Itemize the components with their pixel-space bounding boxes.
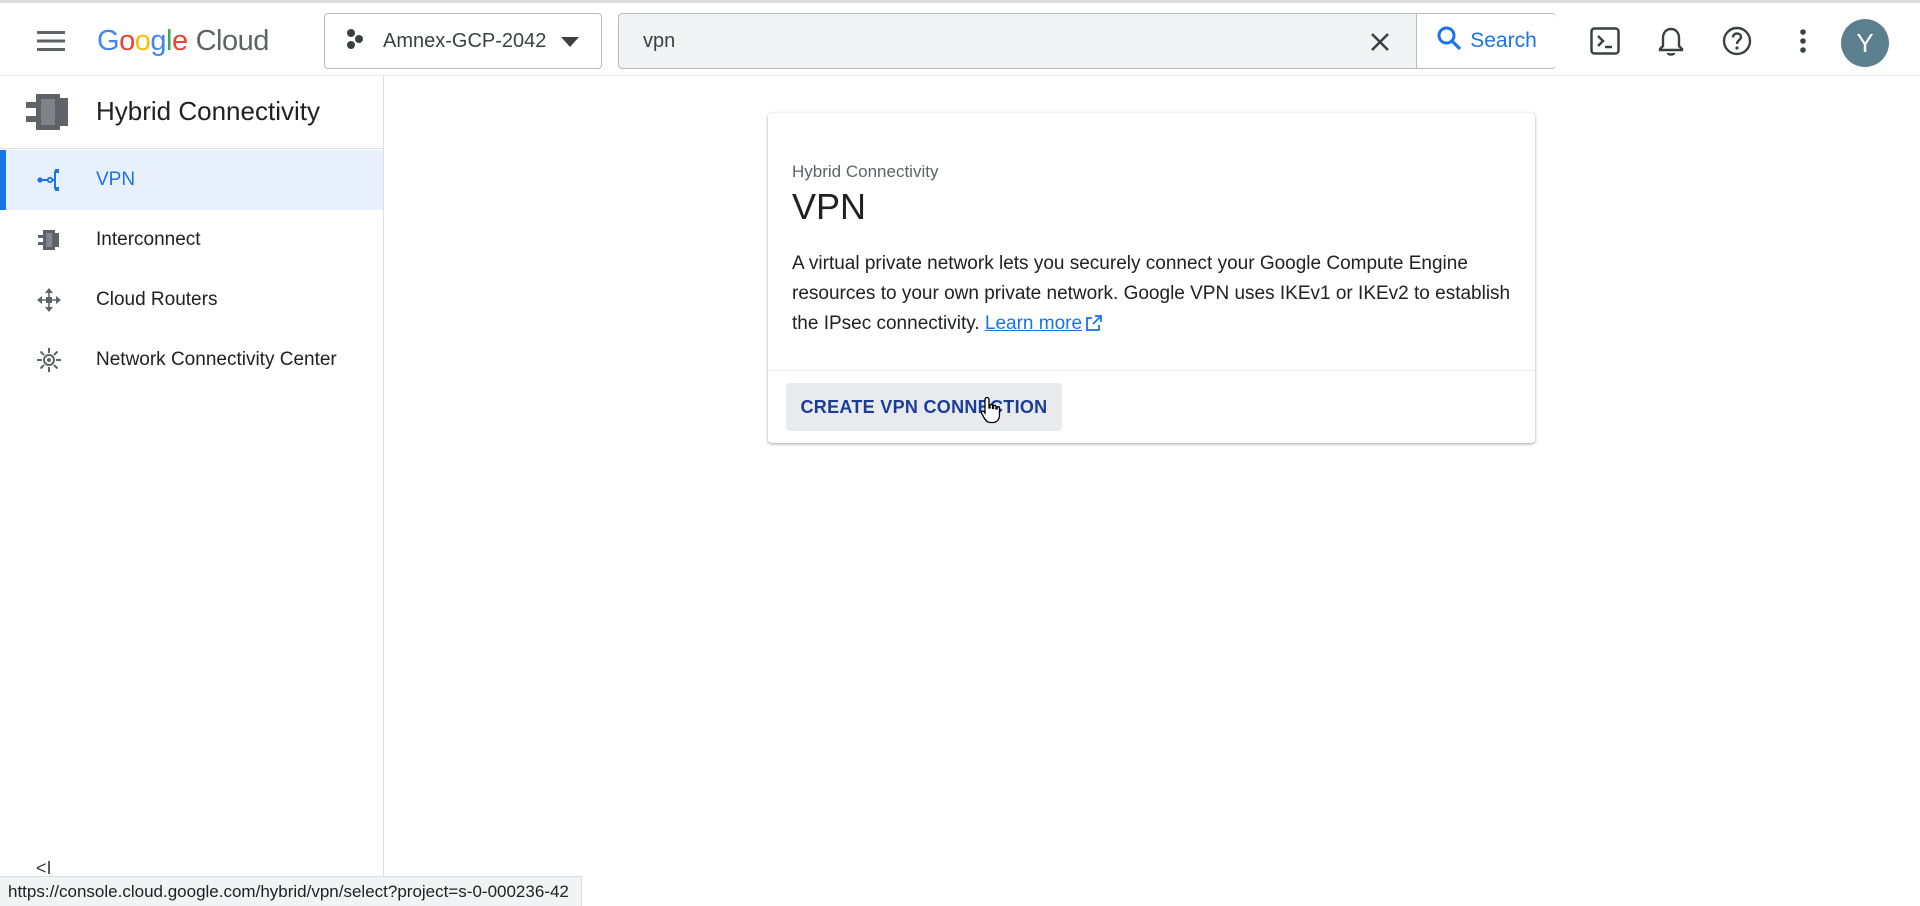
- create-vpn-connection-button[interactable]: CREATE VPN CONNECTION: [786, 383, 1062, 431]
- sidebar: Hybrid Connectivity VPN Interconnect Clo…: [0, 76, 384, 906]
- learn-more-link[interactable]: Learn more: [985, 313, 1102, 334]
- card-description-text: A virtual private network lets you secur…: [792, 253, 1511, 334]
- sidebar-item-label: VPN: [96, 169, 136, 190]
- project-name: Amnex-GCP-2042: [383, 29, 547, 52]
- interconnect-icon: [36, 228, 62, 252]
- learn-more-label: Learn more: [984, 313, 1083, 334]
- search-icon: [1436, 25, 1462, 57]
- sidebar-item-label: Network Connectivity Center: [96, 349, 337, 370]
- sidebar-item-cloud-routers[interactable]: Cloud Routers: [0, 270, 383, 330]
- search-button[interactable]: Search: [1416, 14, 1556, 68]
- status-bar-url: https://console.cloud.google.com/hybrid/…: [0, 876, 582, 906]
- search-bar: Search: [618, 13, 1556, 69]
- close-icon[interactable]: [1365, 27, 1395, 57]
- logo-letter: e: [171, 24, 188, 57]
- project-selector[interactable]: Amnex-GCP-2042: [324, 13, 602, 69]
- sidebar-item-interconnect[interactable]: Interconnect: [0, 210, 383, 270]
- google-cloud-logo[interactable]: Google Cloud: [97, 23, 269, 59]
- card-title: VPN: [792, 186, 867, 227]
- card-divider: [768, 370, 1535, 371]
- card-description: A virtual private network lets you secur…: [792, 249, 1512, 341]
- search-input[interactable]: [643, 24, 1343, 58]
- menu-icon[interactable]: [28, 21, 74, 61]
- logo-letter: G: [97, 24, 120, 57]
- sidebar-header: Hybrid Connectivity: [0, 76, 383, 149]
- bell-icon[interactable]: [1651, 21, 1691, 61]
- cloud-routers-icon: [36, 288, 62, 312]
- hybrid-connectivity-icon: [24, 88, 72, 141]
- vpn-icon: [36, 168, 62, 192]
- vpn-intro-card: Hybrid Connectivity VPN A virtual privat…: [768, 113, 1535, 443]
- search-button-label: Search: [1470, 29, 1537, 52]
- top-app-bar: Google Cloud Amnex-GCP-2042 Search: [0, 0, 1920, 76]
- sidebar-title: Hybrid Connectivity: [96, 96, 320, 126]
- chevron-down-icon: [561, 35, 579, 53]
- logo-letter: o: [119, 24, 135, 57]
- hand-cursor-icon: [980, 396, 1002, 429]
- more-vert-icon[interactable]: [1783, 21, 1823, 61]
- logo-suffix: Cloud: [195, 24, 270, 57]
- sidebar-item-label: Interconnect: [96, 229, 201, 250]
- sidebar-item-label: Cloud Routers: [96, 289, 218, 310]
- avatar[interactable]: Y: [1841, 19, 1889, 67]
- sidebar-item-vpn[interactable]: VPN: [0, 150, 383, 210]
- terminal-icon[interactable]: [1585, 21, 1625, 61]
- card-eyebrow: Hybrid Connectivity: [792, 162, 939, 181]
- ncc-icon: [36, 348, 62, 372]
- sidebar-item-network-connectivity-center[interactable]: Network Connectivity Center: [0, 330, 383, 390]
- logo-letter: g: [150, 24, 166, 57]
- project-icon: [345, 28, 367, 55]
- external-link-icon: [1086, 315, 1102, 336]
- help-icon[interactable]: [1717, 21, 1757, 61]
- logo-letter: o: [134, 24, 151, 57]
